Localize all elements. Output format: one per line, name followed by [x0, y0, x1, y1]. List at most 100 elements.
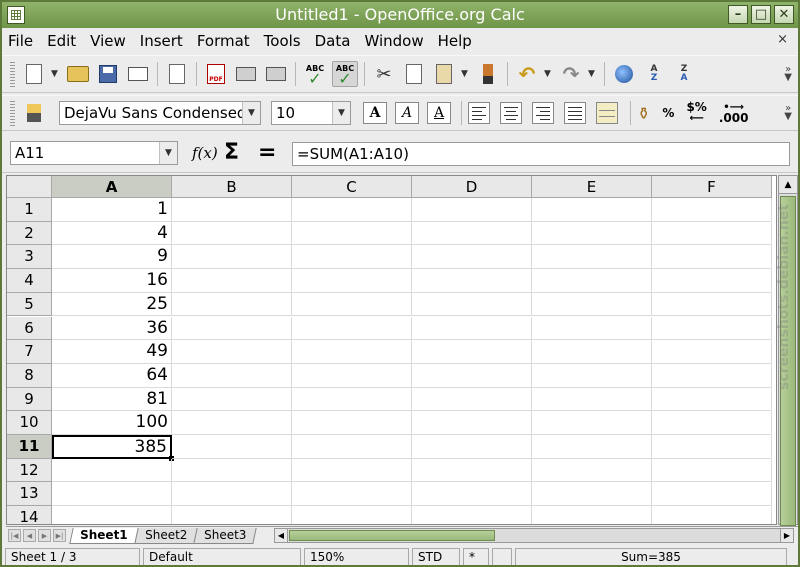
sheet-tab-sheet2[interactable]: Sheet2 [133, 527, 198, 544]
cell-d10[interactable] [412, 411, 532, 435]
cell-d6[interactable] [412, 316, 532, 341]
row-header-4[interactable]: 4 [7, 269, 52, 293]
menu-file[interactable]: File [8, 32, 33, 50]
cell-e2[interactable] [532, 221, 652, 246]
cell-b6[interactable] [172, 316, 292, 341]
paste-dropdown-arrow-icon[interactable]: ▼ [461, 69, 469, 79]
menu-edit[interactable]: Edit [47, 32, 76, 50]
cell-c12[interactable] [292, 458, 412, 483]
cell-e12[interactable] [532, 458, 652, 483]
cell-d7[interactable] [412, 340, 532, 364]
cell-b13[interactable] [172, 482, 292, 507]
sort-descending-button[interactable]: ZA [671, 61, 697, 87]
first-sheet-icon[interactable]: |◀ [8, 529, 21, 542]
add-decimal-button[interactable]: •⟶ .000 [719, 102, 749, 124]
cell-a8[interactable]: 64 [52, 363, 172, 388]
status-page-style[interactable]: Default [143, 547, 301, 565]
column-header-d[interactable]: D [412, 176, 532, 198]
cell-d9[interactable] [412, 387, 532, 412]
close-document-button[interactable]: × [777, 32, 788, 47]
column-header-c[interactable]: C [292, 176, 412, 198]
cell-c4[interactable] [292, 269, 412, 293]
cell-c1[interactable] [292, 198, 412, 222]
formula-input[interactable]: =SUM(A1:A10) [292, 142, 790, 166]
cell-a7[interactable]: 49 [52, 340, 172, 364]
redo-button[interactable]: ↷ [558, 61, 584, 87]
cell-f14[interactable] [652, 506, 772, 524]
status-selection-mode[interactable]: STD [412, 547, 460, 565]
cell-b10[interactable] [172, 411, 292, 435]
cell-d14[interactable] [412, 506, 532, 524]
name-box[interactable]: A11 ▼ [10, 140, 178, 165]
maximize-button[interactable]: □ [751, 5, 771, 24]
open-button[interactable] [65, 61, 91, 87]
cell-a6[interactable]: 36 [52, 316, 172, 341]
cell-c5[interactable] [292, 292, 412, 317]
row-header-3[interactable]: 3 [7, 245, 52, 270]
cell-a13[interactable] [52, 482, 172, 507]
merge-cells-button[interactable] [596, 102, 618, 124]
status-signature[interactable] [492, 547, 512, 565]
menu-insert[interactable]: Insert [140, 32, 183, 50]
row-header-5[interactable]: 5 [7, 292, 52, 317]
cell-b9[interactable] [172, 387, 292, 412]
font-size-combo[interactable]: 10 ▼ [271, 101, 351, 125]
cell-c7[interactable] [292, 340, 412, 364]
cell-d3[interactable] [412, 245, 532, 270]
print-preview-button[interactable] [263, 61, 289, 87]
cell-e13[interactable] [532, 482, 652, 507]
row-header-14[interactable]: 14 [7, 506, 52, 524]
cell-d11[interactable] [412, 435, 532, 459]
cell-f7[interactable] [652, 340, 772, 364]
row-header-7[interactable]: 7 [7, 340, 52, 364]
row-header-12[interactable]: 12 [7, 458, 52, 483]
autospellcheck-button[interactable]: ABC ✓ [332, 61, 358, 87]
cell-a2[interactable]: 4 [52, 221, 172, 246]
function-button[interactable]: = [258, 140, 282, 165]
cell-f4[interactable] [652, 269, 772, 293]
cell-e11[interactable] [532, 435, 652, 459]
select-all-corner[interactable] [7, 176, 52, 198]
font-name-dropdown-icon[interactable]: ▼ [242, 102, 260, 124]
next-sheet-icon[interactable]: ▶ [38, 529, 51, 542]
underline-button[interactable]: A [427, 102, 451, 124]
cell-f9[interactable] [652, 387, 772, 412]
cell-a12[interactable] [52, 458, 172, 483]
scroll-left-icon[interactable]: ◀ [275, 529, 288, 542]
cell-e4[interactable] [532, 269, 652, 293]
column-header-f[interactable]: F [652, 176, 772, 198]
cell-f5[interactable] [652, 292, 772, 317]
row-header-11[interactable]: 11 [7, 435, 52, 459]
cell-c13[interactable] [292, 482, 412, 507]
undo-button[interactable]: ↶ [514, 61, 540, 87]
title-bar[interactable]: Untitled1 - OpenOffice.org Calc – □ ✕ [2, 2, 798, 28]
menu-data[interactable]: Data [315, 32, 351, 50]
cell-d1[interactable] [412, 198, 532, 222]
cell-f1[interactable] [652, 198, 772, 222]
cell-b1[interactable] [172, 198, 292, 222]
cell-b2[interactable] [172, 221, 292, 246]
cell-d12[interactable] [412, 458, 532, 483]
cell-e7[interactable] [532, 340, 652, 364]
cell-e8[interactable] [532, 363, 652, 388]
save-button[interactable] [95, 61, 121, 87]
cell-e14[interactable] [532, 506, 652, 524]
sheet-tab-sheet3[interactable]: Sheet3 [193, 527, 257, 544]
cell-b3[interactable] [172, 245, 292, 270]
cell-a10[interactable]: 100 [52, 411, 172, 435]
horizontal-scroll-thumb[interactable] [289, 530, 495, 541]
row-header-1[interactable]: 1 [7, 198, 52, 222]
cell-f2[interactable] [652, 221, 772, 246]
cell-b5[interactable] [172, 292, 292, 317]
justify-button[interactable] [564, 102, 586, 124]
menu-help[interactable]: Help [438, 32, 472, 50]
cell-c9[interactable] [292, 387, 412, 412]
cell-f13[interactable] [652, 482, 772, 507]
bold-button[interactable]: A [363, 102, 387, 124]
menu-view[interactable]: View [90, 32, 126, 50]
cell-f12[interactable] [652, 458, 772, 483]
font-name-combo[interactable]: DejaVu Sans Condensed ▼ [59, 101, 261, 125]
toolbar-overflow-icon[interactable]: » ▼ [784, 104, 792, 122]
cell-f11[interactable] [652, 435, 772, 459]
currency-format-button[interactable]: ⚱ [637, 105, 650, 121]
